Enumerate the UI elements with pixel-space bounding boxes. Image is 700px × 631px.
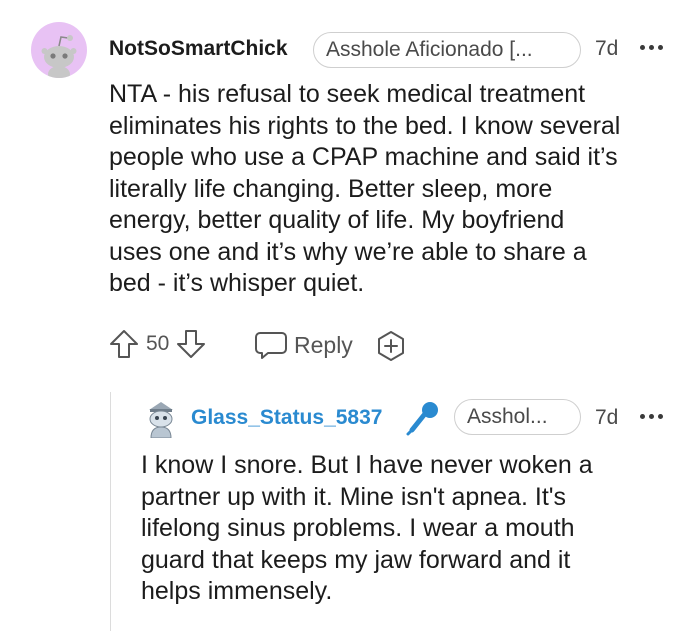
comment-line: NTA - his refusal to seek medical treatm… xyxy=(109,80,586,108)
dot xyxy=(649,45,654,50)
dot xyxy=(658,414,663,419)
avatar-icon xyxy=(149,402,173,439)
more-options-button[interactable] xyxy=(640,45,663,50)
reply-user-flair[interactable]: Asshol... xyxy=(454,399,581,435)
reply-avatar[interactable] xyxy=(141,398,181,439)
thread-line[interactable] xyxy=(110,392,111,631)
mic-badge xyxy=(404,399,442,442)
snoo-avatar-icon xyxy=(41,35,77,78)
plus-hexagon-icon xyxy=(378,331,404,361)
user-flair-text: Asshole Aficionado [... xyxy=(326,38,533,61)
reply-line: partner up with it. Mine isn't apnea. It… xyxy=(141,482,567,511)
reply-username[interactable]: Glass_Status_5837 xyxy=(191,406,382,430)
upvote-button[interactable] xyxy=(108,328,140,360)
arrow-down-outline-icon xyxy=(177,330,206,358)
speech-bubble-icon xyxy=(255,332,287,359)
reply-line: I know I snore. But I have never woken a xyxy=(141,451,593,479)
vote-bar: 50 xyxy=(108,328,207,360)
reply-button[interactable]: Reply xyxy=(254,329,353,361)
reply-age: 7d xyxy=(595,406,619,429)
dot xyxy=(658,45,663,50)
reply-line: guard that keeps my jaw forward and it xyxy=(141,545,571,574)
reply-user-flair-text: Asshol... xyxy=(467,405,548,428)
comment-line: energy, better quality of life. My boyfr… xyxy=(109,206,565,234)
microphone-icon xyxy=(406,402,438,436)
reply-line: lifelong sinus problems. I wear a mouth xyxy=(141,514,575,542)
comment-line: people who use a CPAP machine and said i… xyxy=(109,143,618,171)
vote-count: 50 xyxy=(146,332,170,355)
comment-username[interactable]: NotSoSmartChick xyxy=(109,37,288,61)
comment-line: literally life changing. Better sleep, m… xyxy=(109,174,553,203)
reply-label: Reply xyxy=(294,331,353,358)
dot xyxy=(640,414,645,419)
user-flair[interactable]: Asshole Aficionado [... xyxy=(313,32,581,68)
comment-line: eliminates his rights to the bed. I know… xyxy=(109,111,621,140)
downvote-button[interactable] xyxy=(175,328,207,360)
comment-line: uses one and it’s why we’re able to shar… xyxy=(109,237,587,266)
comment-age: 7d xyxy=(595,37,619,60)
arrow-up-outline-icon xyxy=(110,330,138,358)
reply-more-options-button[interactable] xyxy=(640,414,663,419)
dot xyxy=(649,414,654,419)
dot xyxy=(640,45,645,50)
avatar[interactable] xyxy=(31,22,87,78)
award-button[interactable] xyxy=(375,330,407,367)
reply-line: helps immensely. xyxy=(141,577,333,605)
reply-body: I know I snore. But I have never woken a… xyxy=(141,450,696,608)
comment-line: bed - it’s whisper quiet. xyxy=(109,269,365,297)
comment-body: NTA - his refusal to seek medical treatm… xyxy=(109,79,694,300)
